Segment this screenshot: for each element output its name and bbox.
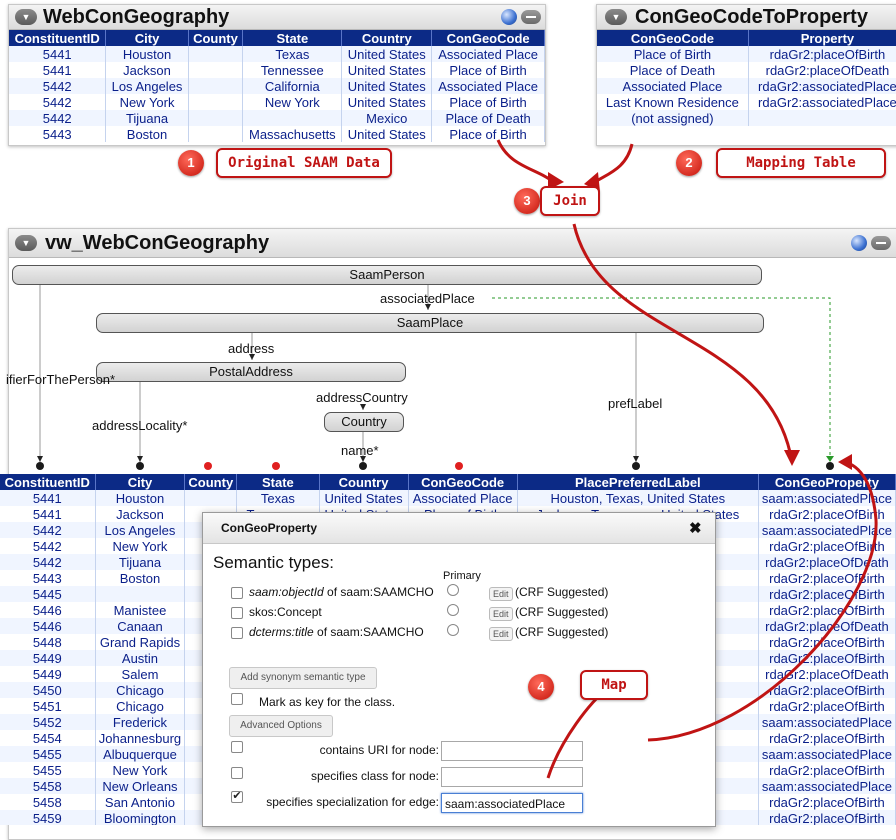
callout-number-3: 3 — [514, 188, 540, 214]
callout-label-original-data: Original SAAM Data — [216, 148, 392, 178]
callout-arrows — [496, 139, 878, 779]
callout-number-4: 4 — [528, 674, 554, 700]
callout-number-1: 1 — [178, 150, 204, 176]
callout-label-join: Join — [540, 186, 600, 216]
callout-label-map: Map — [580, 670, 648, 700]
callout-number-2: 2 — [676, 150, 702, 176]
callout-label-mapping-table: Mapping Table — [716, 148, 886, 178]
